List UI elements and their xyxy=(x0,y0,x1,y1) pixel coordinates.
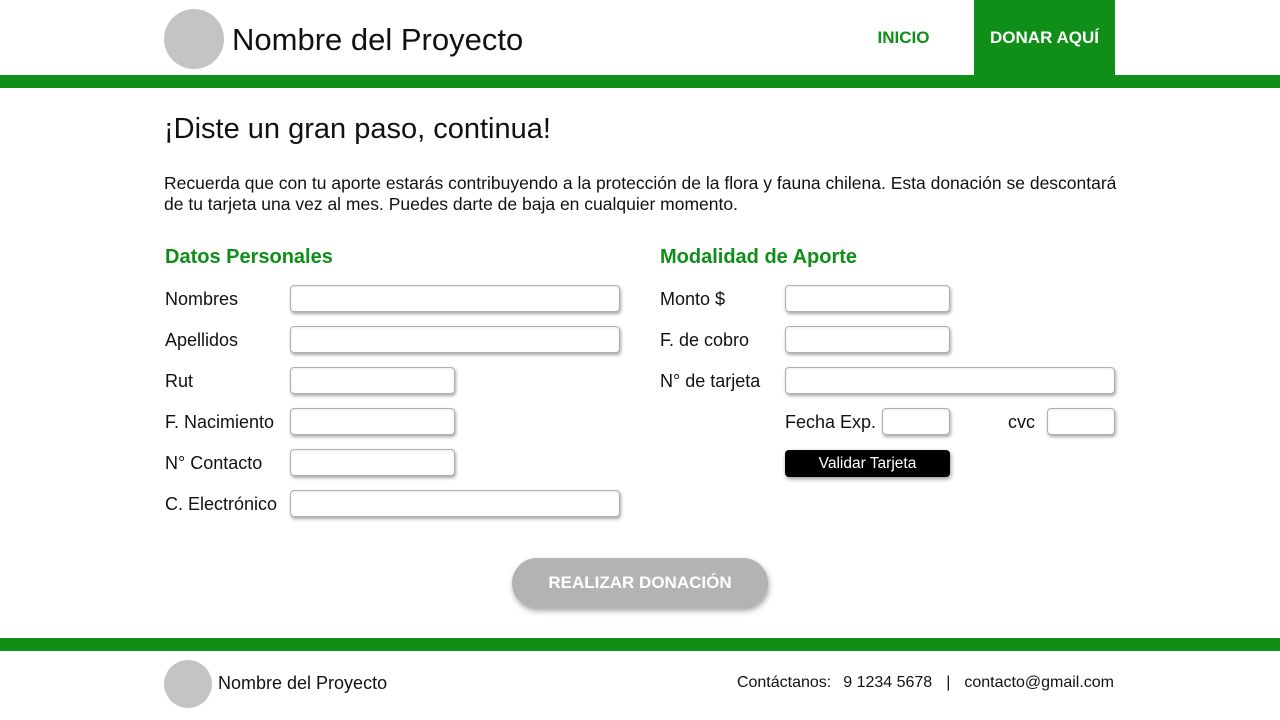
brand-name[interactable]: Nombre del Proyecto xyxy=(232,22,523,58)
contact-info: Contáctanos: 9 1234 5678 | contacto@gmai… xyxy=(737,674,1114,692)
phone-label: N° Contacto xyxy=(165,453,263,473)
email-label: C. Electrónico xyxy=(165,494,278,514)
expiry-field[interactable] xyxy=(882,408,950,435)
birthdate-label: F. Nacimiento xyxy=(165,412,275,432)
rut-label: Rut xyxy=(165,371,194,391)
apellidos-label: Apellidos xyxy=(165,330,239,350)
phone-field[interactable] xyxy=(290,449,455,476)
footer-logo[interactable] xyxy=(164,660,212,708)
footer-divider-bar xyxy=(0,638,1280,651)
intro-paragraph: Recuerda que con tu aporte estarás contr… xyxy=(164,173,1117,214)
nav-home-link[interactable]: INICIO xyxy=(852,0,955,75)
apellidos-input[interactable] xyxy=(291,327,619,352)
email-field[interactable] xyxy=(290,490,620,517)
footer-brand-name: Nombre del Proyecto xyxy=(218,673,388,693)
contact-email[interactable]: contacto@gmail.com xyxy=(964,674,1114,692)
cvc-label: cvc xyxy=(1008,412,1035,432)
logo[interactable] xyxy=(164,9,224,69)
expiry-input[interactable] xyxy=(883,409,949,434)
validate-card-button[interactable]: Validar Tarjeta xyxy=(785,450,950,477)
contact-label: Contáctanos: xyxy=(736,674,832,691)
cvc-field[interactable] xyxy=(1047,408,1115,435)
card-number-label: N° de tarjeta xyxy=(660,371,761,391)
charge-date-input[interactable] xyxy=(786,327,949,352)
card-number-field[interactable] xyxy=(785,367,1115,394)
birthdate-field[interactable] xyxy=(290,408,455,435)
expiry-label: Fecha Exp. xyxy=(785,412,877,432)
cvc-input[interactable] xyxy=(1048,409,1114,434)
rut-input[interactable] xyxy=(291,368,454,393)
charge-date-label: F. de cobro xyxy=(660,330,750,350)
phone-input[interactable] xyxy=(291,450,454,475)
card-number-input[interactable] xyxy=(786,368,1114,393)
amount-input[interactable] xyxy=(786,286,949,311)
header-divider-bar xyxy=(0,75,1280,88)
birthdate-input[interactable] xyxy=(291,409,454,434)
nav-donate-link[interactable]: DONAR AQUÍ xyxy=(974,0,1115,75)
contact-separator: | xyxy=(946,674,951,691)
apellidos-field[interactable] xyxy=(290,326,620,353)
amount-field[interactable] xyxy=(785,285,950,312)
personal-data-heading: Datos Personales xyxy=(165,246,333,268)
nombres-field[interactable] xyxy=(290,285,620,312)
rut-field[interactable] xyxy=(290,367,455,394)
nombres-input[interactable] xyxy=(291,286,619,311)
contact-phone[interactable]: 9 1234 5678 xyxy=(843,674,932,692)
payment-heading: Modalidad de Aporte xyxy=(660,246,858,268)
amount-label: Monto $ xyxy=(660,289,726,309)
charge-date-field[interactable] xyxy=(785,326,950,353)
nombres-label: Nombres xyxy=(165,289,239,309)
email-input[interactable] xyxy=(291,491,619,516)
header: Nombre del Proyecto INICIO DONAR AQUÍ xyxy=(0,0,1280,75)
page-title: ¡Diste un gran paso, continua! xyxy=(164,113,551,145)
donate-button[interactable]: REALIZAR DONACIÓN xyxy=(512,558,768,608)
